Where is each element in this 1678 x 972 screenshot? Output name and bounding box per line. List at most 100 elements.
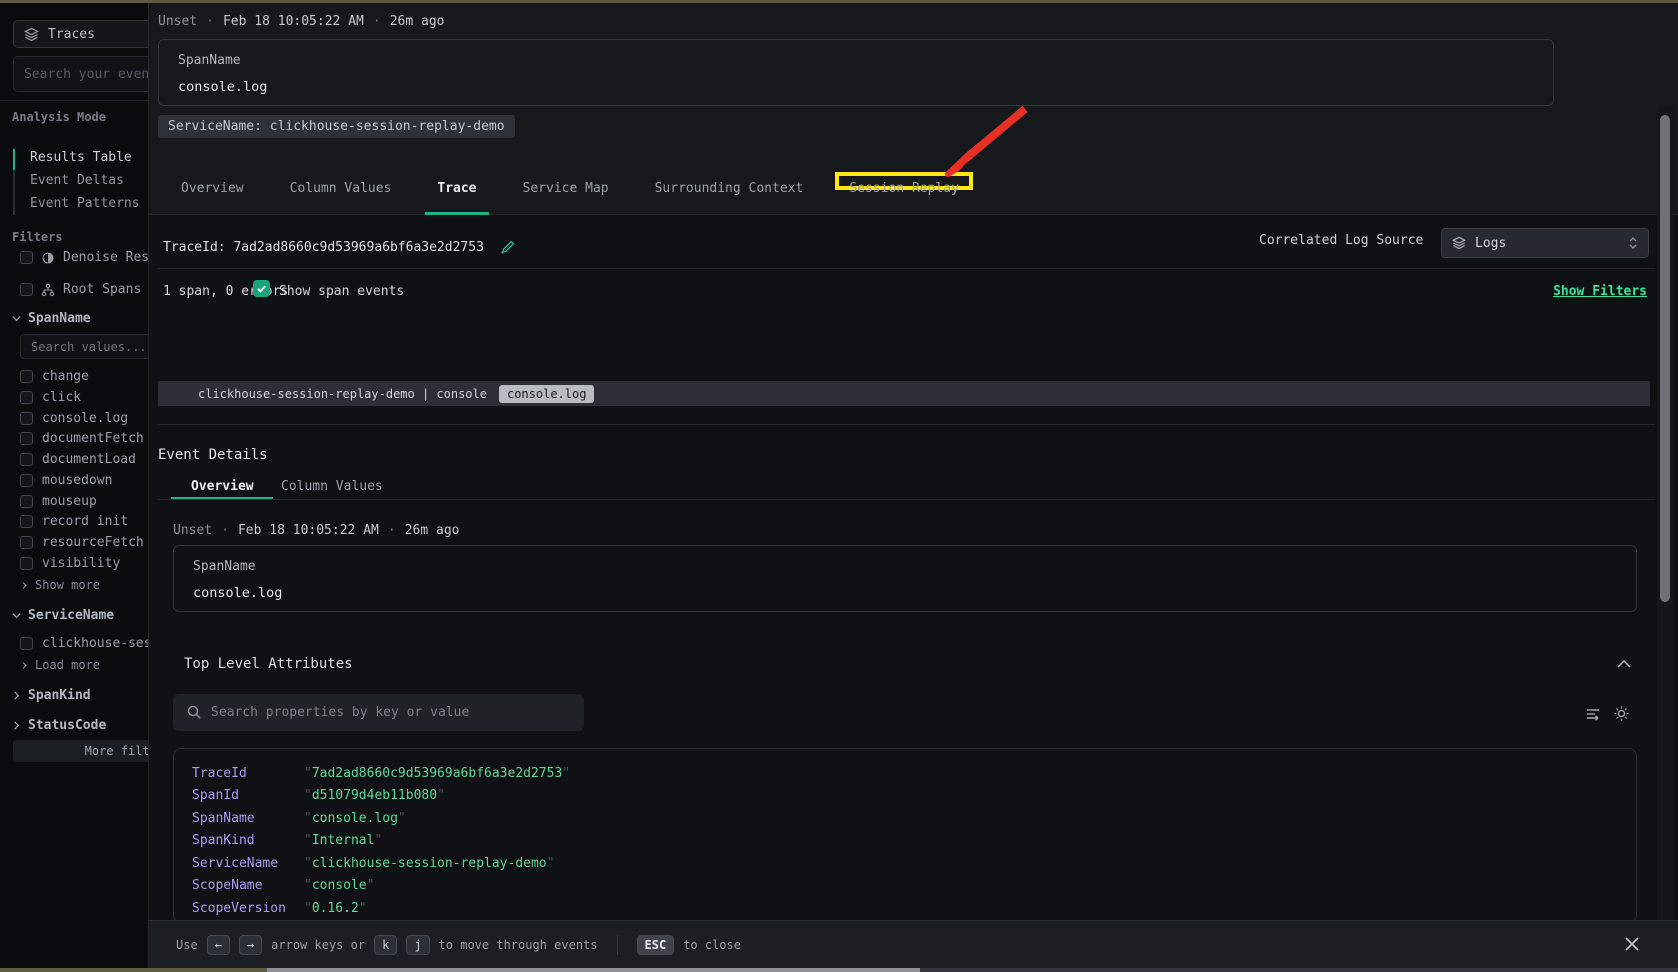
mode-event-deltas[interactable]: Event Deltas	[30, 173, 124, 189]
spanname-group-label: SpanName	[28, 311, 91, 326]
mode-event-patterns[interactable]: Event Patterns	[30, 196, 140, 212]
option-checkbox[interactable]	[20, 412, 33, 425]
filter-group-spanname[interactable]: SpanName	[11, 311, 91, 326]
keyboard-hint-bar: Use ← → arrow keys or k j to move throug…	[149, 920, 1678, 969]
service-name-tag[interactable]: ServiceName: clickhouse-session-replay-d…	[158, 115, 515, 138]
dot-separator: ·	[221, 523, 229, 538]
esc-key: ESC	[637, 935, 675, 955]
attribute-value[interactable]: "7ad2ad8660c9d53969a6bf6a3e2d2753"	[304, 766, 570, 781]
filter-option[interactable]: resourceFetch	[20, 534, 144, 550]
attribute-value-text: 7ad2ad8660c9d53969a6bf6a3e2d2753	[312, 766, 562, 781]
attribute-row: SpanKind "Internal"	[174, 830, 1636, 853]
chevron-down-icon	[11, 313, 22, 324]
show-filters-link[interactable]: Show Filters	[1553, 284, 1647, 299]
filter-option[interactable]: click	[20, 389, 81, 405]
option-checkbox[interactable]	[20, 637, 33, 650]
attributes-search-input[interactable]	[173, 694, 584, 731]
tab-trace[interactable]: Trace	[437, 181, 476, 197]
attribute-row: SpanId "d51079d4eb11b080"	[174, 785, 1636, 808]
filter-group-spankind[interactable]: SpanKind	[11, 688, 91, 703]
gear-icon[interactable]	[1613, 705, 1630, 722]
event-details-tab-overview[interactable]: Overview	[191, 479, 254, 494]
load-more-label: Load more	[35, 658, 100, 672]
attribute-key[interactable]: ScopeVersion	[192, 901, 304, 916]
horizontal-scrollbar[interactable]	[0, 968, 1678, 972]
attribute-key[interactable]: TraceId	[192, 766, 304, 781]
attribute-value[interactable]: "console.log"	[304, 811, 406, 826]
attribute-value-text: console.log	[312, 811, 398, 826]
attribute-key[interactable]: ServiceName	[192, 856, 304, 871]
show-span-events-checkbox[interactable]	[253, 280, 270, 297]
tab-service-map[interactable]: Service Map	[523, 181, 609, 197]
attribute-value[interactable]: "d51079d4eb11b080"	[304, 788, 445, 803]
attribute-value[interactable]: "clickhouse-session-replay-demo"	[304, 856, 554, 871]
span-bar-label: clickhouse-session-replay-demo | console	[198, 387, 487, 401]
filter-option[interactable]: change	[20, 368, 89, 384]
k-key: k	[374, 935, 397, 955]
log-source-select[interactable]: Logs	[1441, 228, 1649, 258]
attribute-value[interactable]: "Internal"	[304, 833, 382, 848]
j-key: j	[406, 935, 429, 955]
arrow-right-key: →	[239, 935, 262, 955]
option-checkbox[interactable]	[20, 536, 33, 549]
filter-option[interactable]: visibility	[20, 555, 120, 571]
spanname-show-more[interactable]: Show more	[20, 578, 100, 592]
event-timestamp: Feb 18 10:05:22 AM	[238, 523, 379, 538]
option-checkbox[interactable]	[20, 515, 33, 528]
tab-overview[interactable]: Overview	[181, 181, 244, 197]
option-checkbox[interactable]	[20, 453, 33, 466]
close-icon[interactable]	[1622, 934, 1642, 954]
attribute-value-text: clickhouse-session-replay-demo	[312, 856, 547, 871]
option-checkbox[interactable]	[20, 391, 33, 404]
denoise-icon	[41, 251, 55, 265]
servicename-load-more[interactable]: Load more	[20, 658, 100, 672]
attribute-value-text: d51079d4eb11b080	[312, 788, 437, 803]
attribute-value[interactable]: "0.16.2"	[304, 901, 367, 916]
scrollbar-thumb[interactable]	[1660, 115, 1670, 602]
edit-pencil-icon[interactable]	[500, 240, 515, 255]
attribute-row: ScopeVersion "0.16.2"	[174, 897, 1636, 920]
event-timestamp: Feb 18 10:05:22 AM	[223, 14, 364, 29]
search-icon	[186, 704, 202, 720]
filter-option[interactable]: console.log	[20, 410, 128, 426]
filter-group-statuscode[interactable]: StatusCode	[11, 718, 106, 733]
filter-option[interactable]: documentLoad	[20, 451, 136, 467]
check-icon	[256, 283, 267, 294]
annotation-arrow-icon	[941, 103, 1033, 181]
option-label: documentFetch	[42, 431, 144, 446]
option-checkbox[interactable]	[20, 474, 33, 487]
option-checkbox[interactable]	[20, 495, 33, 508]
option-label: record init	[42, 514, 128, 529]
option-checkbox[interactable]	[20, 432, 33, 445]
filter-lines-icon[interactable]	[1585, 706, 1603, 722]
filter-option[interactable]: mouseup	[20, 493, 97, 509]
show-span-events-label[interactable]: Show span events	[279, 284, 404, 299]
filter-option[interactable]: documentFetch	[20, 430, 144, 446]
span-bar-pill[interactable]: console.log	[499, 385, 594, 403]
filter-group-servicename[interactable]: ServiceName	[11, 608, 114, 623]
filter-option[interactable]: record init	[20, 513, 128, 529]
tab-column-values[interactable]: Column Values	[290, 181, 392, 197]
quote-mark: "	[304, 833, 312, 848]
attribute-key[interactable]: SpanKind	[192, 833, 304, 848]
option-checkbox[interactable]	[20, 370, 33, 383]
root-spans-checkbox[interactable]	[20, 283, 33, 296]
quote-mark: "	[304, 878, 312, 893]
event-details-tab-column-values[interactable]: Column Values	[281, 479, 383, 494]
vertical-scrollbar[interactable]	[1657, 105, 1673, 920]
tab-surrounding-context[interactable]: Surrounding Context	[655, 181, 804, 197]
trace-id-row: TraceId: 7ad2ad8660c9d53969a6bf6a3e2d275…	[158, 225, 515, 269]
attribute-key[interactable]: SpanName	[192, 811, 304, 826]
trace-span-bar[interactable]: clickhouse-session-replay-demo | console…	[158, 381, 1650, 406]
event-timestamp-row: Unset · Feb 18 10:05:22 AM · 26m ago	[173, 523, 459, 538]
collapse-chevron-up-icon[interactable]	[1616, 657, 1632, 671]
filter-option[interactable]: mousedown	[20, 472, 112, 488]
denoise-checkbox[interactable]	[20, 251, 33, 264]
mode-results-table[interactable]: Results Table	[30, 150, 132, 166]
attribute-key[interactable]: ScopeName	[192, 878, 304, 893]
layers-icon	[24, 27, 39, 42]
scrollbar-thumb[interactable]	[267, 968, 920, 972]
option-checkbox[interactable]	[20, 557, 33, 570]
attribute-key[interactable]: SpanId	[192, 788, 304, 803]
attribute-value[interactable]: "console"	[304, 878, 374, 893]
